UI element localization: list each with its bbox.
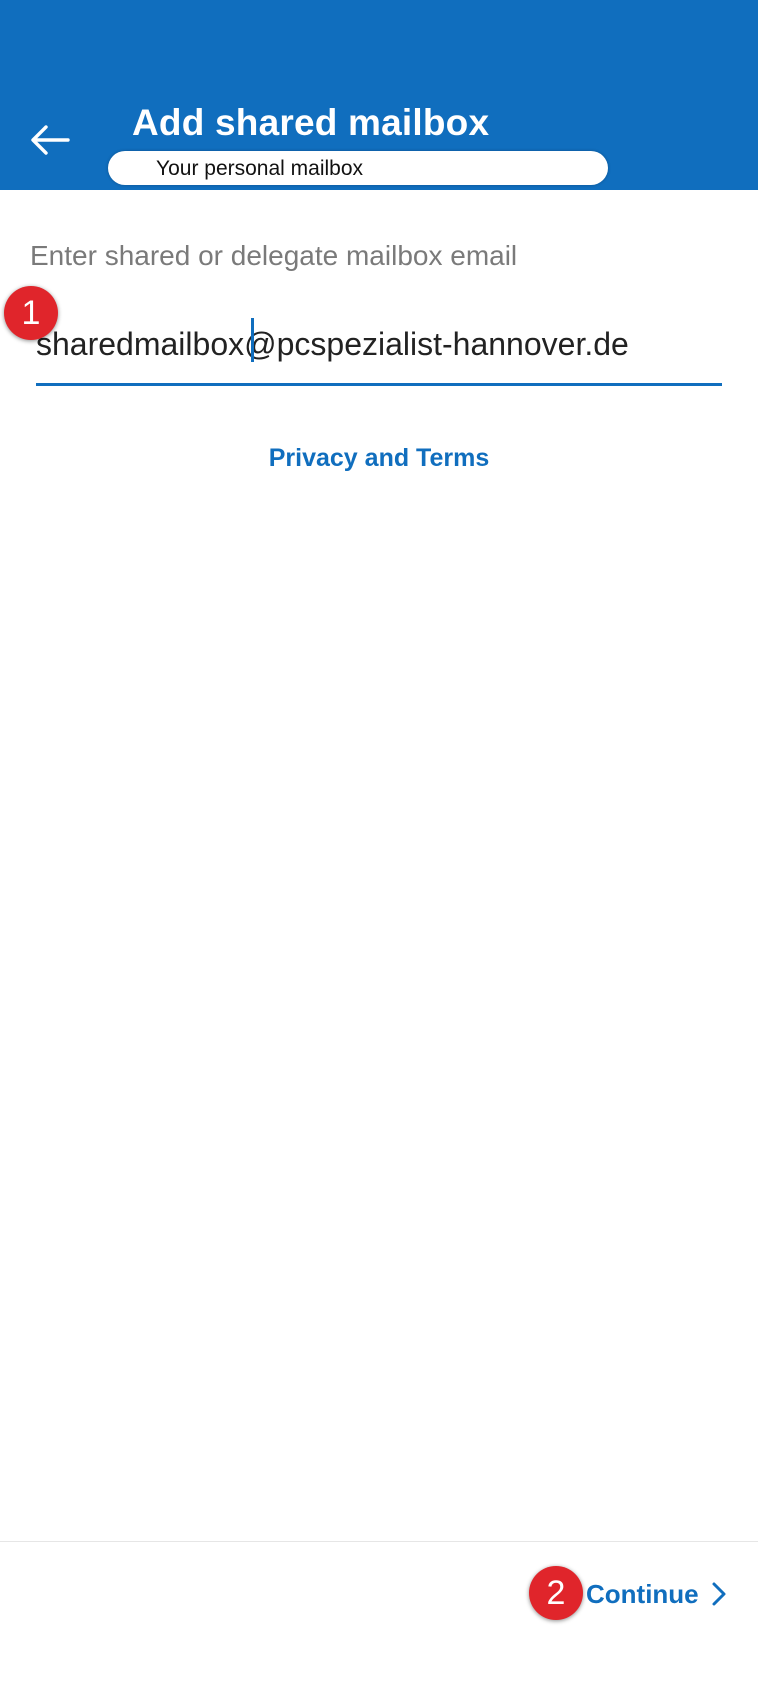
text-cursor (251, 318, 254, 362)
step-badge-2: 2 (529, 1566, 583, 1620)
footer-divider (0, 1541, 758, 1542)
email-field-label: Enter shared or delegate mailbox email (30, 240, 518, 271)
app-header: Add shared mailbox Your personal mailbox (0, 0, 758, 190)
page-title: Add shared mailbox (132, 102, 490, 143)
account-subtitle-text: Your personal mailbox (156, 157, 364, 180)
email-field[interactable] (36, 318, 722, 370)
account-subtitle: Your personal mailbox (108, 151, 608, 185)
continue-button[interactable]: Continue (586, 1574, 727, 1614)
arrow-left-icon (31, 125, 70, 155)
back-button[interactable] (26, 116, 74, 164)
continue-label: Continue (586, 1578, 699, 1609)
chevron-right-icon (711, 1581, 727, 1607)
step-badge-1: 1 (4, 286, 58, 340)
email-field-underline (36, 383, 722, 386)
privacy-terms-link[interactable]: Privacy and Terms (0, 444, 758, 473)
add-shared-mailbox-screen: Add shared mailbox Your personal mailbox… (0, 0, 758, 1688)
